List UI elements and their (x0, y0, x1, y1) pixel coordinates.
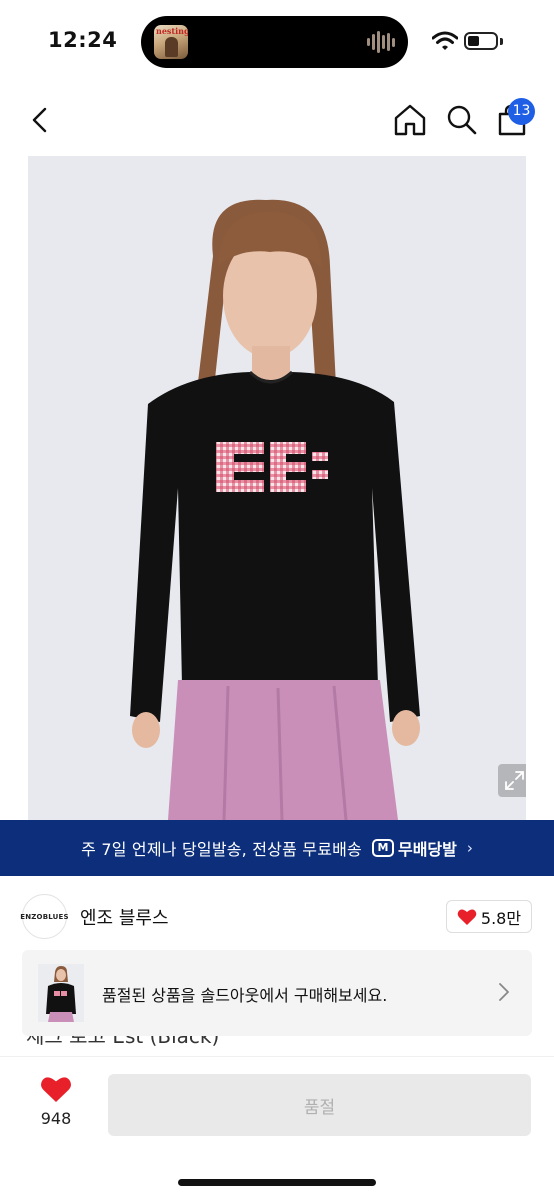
product-image[interactable] (28, 156, 526, 820)
expand-icon (505, 771, 524, 790)
home-icon (394, 104, 426, 136)
soldout-suggestion-text: 품절된 상품을 솔드아웃에서 구매해보세요. (102, 986, 388, 1005)
cart-count-badge: 13 (508, 98, 535, 125)
search-icon (447, 105, 477, 135)
brand-logo[interactable]: ENZOBLUES (20, 894, 69, 939)
home-button[interactable] (392, 102, 428, 138)
brand-like-count: 5.8만 (480, 908, 522, 928)
banner-text: 주 7일 언제나 당일발송, 전상품 무료배송 (81, 840, 362, 859)
status-icons (432, 30, 506, 52)
product-photo (28, 156, 526, 820)
audio-waveform-icon (367, 30, 395, 54)
back-button[interactable] (24, 102, 58, 138)
status-bar: 12:24 nesting (0, 0, 554, 84)
product-page: 12:24 nesting 13 주 7일 언제나 당일발송, 전상품 무료배송… (0, 0, 554, 1200)
status-time: 12:24 (48, 28, 118, 52)
chevron-right-icon: › (466, 839, 473, 857)
free-shipping-banner[interactable]: 주 7일 언제나 당일발송, 전상품 무료배송 M 무배당발 › (0, 820, 554, 876)
dynamic-island[interactable]: nesting (141, 16, 408, 68)
m-logo-icon: M (371, 839, 394, 857)
product-like-count: 948 (40, 1109, 72, 1128)
wifi-icon (432, 31, 458, 50)
battery-level (468, 36, 479, 46)
sold-out-button[interactable]: 품절 (108, 1074, 531, 1136)
product-like-button[interactable]: 948 (26, 1075, 86, 1135)
artwork-title: nesting (156, 26, 188, 36)
chevron-right-icon (499, 983, 509, 1001)
chevron-left-icon (32, 107, 47, 133)
search-button[interactable] (444, 102, 480, 138)
battery-icon (464, 32, 498, 50)
top-nav: 13 (0, 84, 554, 156)
now-playing-artwork: nesting (154, 25, 188, 59)
artwork-figure (165, 37, 178, 57)
soldout-suggestion-card[interactable]: 품절된 상품을 솔드아웃에서 구매해보세요. (22, 950, 532, 1036)
brand-like-button[interactable]: 5.8만 (446, 900, 532, 933)
home-indicator (178, 1179, 376, 1186)
battery-tip (500, 38, 503, 45)
heart-icon (41, 1077, 71, 1102)
expand-image-button[interactable] (498, 764, 526, 797)
thumbnail-photo (38, 964, 84, 1022)
brand-name[interactable]: 엔조 블루스 (80, 904, 169, 930)
brand-row[interactable]: ENZOBLUES 엔조 블루스 5.8만 (0, 886, 554, 946)
heart-icon (457, 908, 477, 925)
soldout-thumbnail (38, 964, 84, 1022)
mubaedangbal-logo: M 무배당발 (371, 836, 457, 860)
banner-logo-text: 무배당발 (397, 840, 457, 859)
